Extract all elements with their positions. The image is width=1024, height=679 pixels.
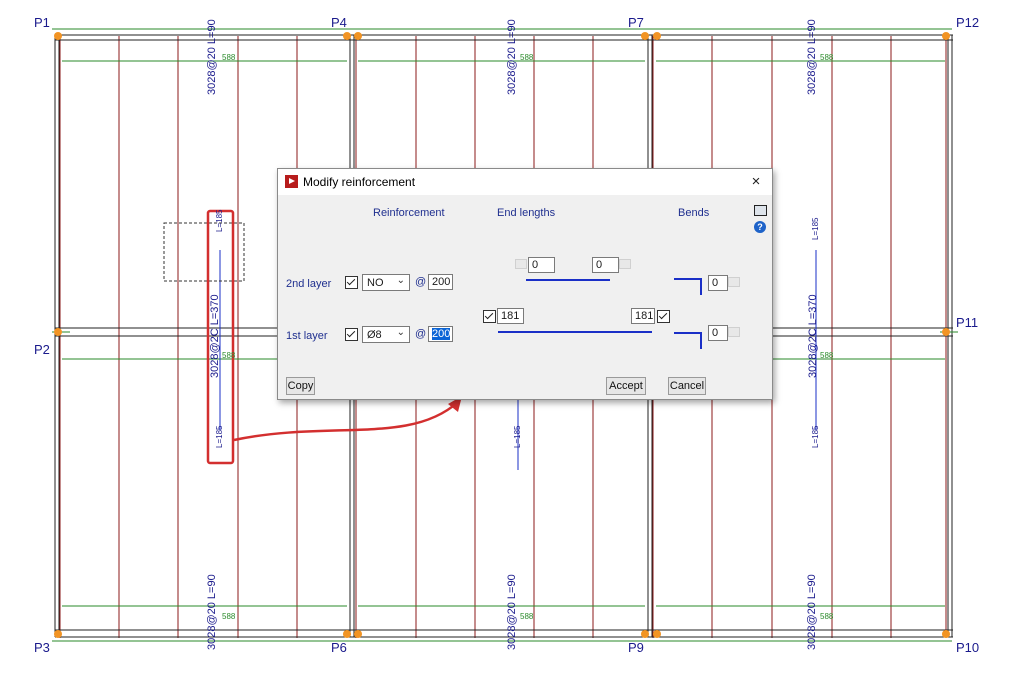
- layer1-right-length-input[interactable]: 181: [631, 308, 655, 324]
- side-bar-label: 3028@2C L=370: [209, 294, 221, 378]
- header-end-lengths: End lengths: [497, 207, 556, 219]
- layer1-right-checkbox[interactable]: [657, 310, 670, 323]
- modify-reinforcement-dialog: Modify reinforcement × Reinforcement End…: [277, 168, 773, 400]
- layer2-left-toggle: [515, 259, 527, 269]
- pillar-label-p1: P1: [34, 15, 50, 30]
- layer2-bend-toggle: [728, 277, 740, 287]
- layer1-bar-value: Ø8: [367, 329, 382, 341]
- pillar-label-p2: P2: [34, 342, 50, 357]
- pillar-label-p9: P9: [628, 640, 644, 655]
- pillar-label-p7: P7: [628, 15, 644, 30]
- layer2-bend-line-v: [700, 278, 702, 295]
- end-length-label: L=185: [215, 425, 224, 448]
- cancel-button[interactable]: Cancel: [668, 377, 706, 395]
- pillar-label-p3: P3: [34, 640, 50, 655]
- bottom-bar-label: 3028@20 L=90: [206, 574, 218, 650]
- layer2-right-length-input[interactable]: 0: [592, 257, 619, 273]
- dimension-label: 588: [820, 612, 834, 621]
- close-button[interactable]: ×: [740, 169, 772, 195]
- side-bar-label: 3028@2C L=370: [807, 294, 819, 378]
- bottom-bar-label: 3028@20 L=90: [506, 574, 518, 650]
- end-length-label: L=185: [215, 209, 224, 232]
- pillar-label-p12: P12: [956, 15, 980, 30]
- pillar-label-p11: P11: [956, 315, 979, 330]
- layer2-bend-input[interactable]: 0: [708, 275, 728, 291]
- pillar-label-p6: P6: [331, 640, 347, 655]
- layer1-spacing-value: 200: [432, 328, 451, 340]
- dimension-label: 588: [820, 351, 834, 360]
- top-bar-label: 3028@20 L=90: [506, 19, 518, 95]
- dropdown-arrow-icon: ⌄: [396, 327, 405, 338]
- layer1-bend-input[interactable]: 0: [708, 325, 728, 341]
- layer1-label: 1st layer: [286, 330, 328, 342]
- app-icon: [285, 175, 298, 188]
- layer2-bar-value: NO: [367, 277, 384, 289]
- pillar-label-p4: P4: [331, 15, 347, 30]
- header-reinforcement: Reinforcement: [373, 207, 445, 219]
- dimension-label: 588: [520, 53, 534, 62]
- dimension-label: 588: [520, 612, 534, 621]
- layer1-bend-line-v: [700, 332, 702, 349]
- layer1-checkbox[interactable]: [345, 328, 358, 341]
- layer1-spacing-input[interactable]: 200: [428, 326, 453, 342]
- dialog-title: Modify reinforcement: [303, 175, 416, 189]
- help-icon[interactable]: ?: [754, 221, 766, 233]
- dimension-label: 588: [222, 53, 236, 62]
- layer1-bend-line-h: [674, 332, 702, 334]
- dropdown-arrow-icon: ⌄: [396, 275, 405, 286]
- top-bar-label: 3028@20 L=90: [806, 19, 818, 95]
- accept-button[interactable]: Accept: [606, 377, 646, 395]
- copy-button[interactable]: Copy: [286, 377, 315, 395]
- header-bends: Bends: [678, 207, 710, 219]
- layer1-left-length-input[interactable]: 181: [497, 308, 524, 324]
- layer2-spacing-input[interactable]: 200: [428, 274, 453, 290]
- layer2-checkbox[interactable]: [345, 276, 358, 289]
- end-length-label: L=185: [811, 425, 820, 448]
- book-icon[interactable]: [754, 205, 767, 216]
- bottom-bar-label: 3028@20 L=90: [806, 574, 818, 650]
- dimension-label: 588: [820, 53, 834, 62]
- top-bar-label: 3028@20 L=90: [206, 19, 218, 95]
- layer2-right-toggle: [619, 259, 631, 269]
- end-length-label: L=185: [513, 425, 522, 448]
- layer1-bar-select[interactable]: Ø8 ⌄: [362, 326, 410, 343]
- layer1-bend-toggle: [728, 327, 740, 337]
- end-length-label: L=185: [811, 217, 820, 240]
- layer2-label: 2nd layer: [286, 278, 332, 290]
- layer2-at-sign: @: [415, 276, 427, 288]
- layer2-bar-line: [526, 279, 610, 281]
- layer2-bend-line-h: [674, 278, 702, 280]
- dimension-label: 588: [222, 351, 236, 360]
- dimension-label: 588: [222, 612, 236, 621]
- layer2-bar-select[interactable]: NO ⌄: [362, 274, 410, 291]
- layer1-left-checkbox[interactable]: [483, 310, 496, 323]
- dialog-titlebar[interactable]: Modify reinforcement ×: [278, 169, 772, 195]
- pillar-label-p10: P10: [956, 640, 980, 655]
- layer2-left-length-input[interactable]: 0: [528, 257, 555, 273]
- layer1-at-sign: @: [415, 328, 427, 340]
- layer1-bar-line: [498, 331, 652, 333]
